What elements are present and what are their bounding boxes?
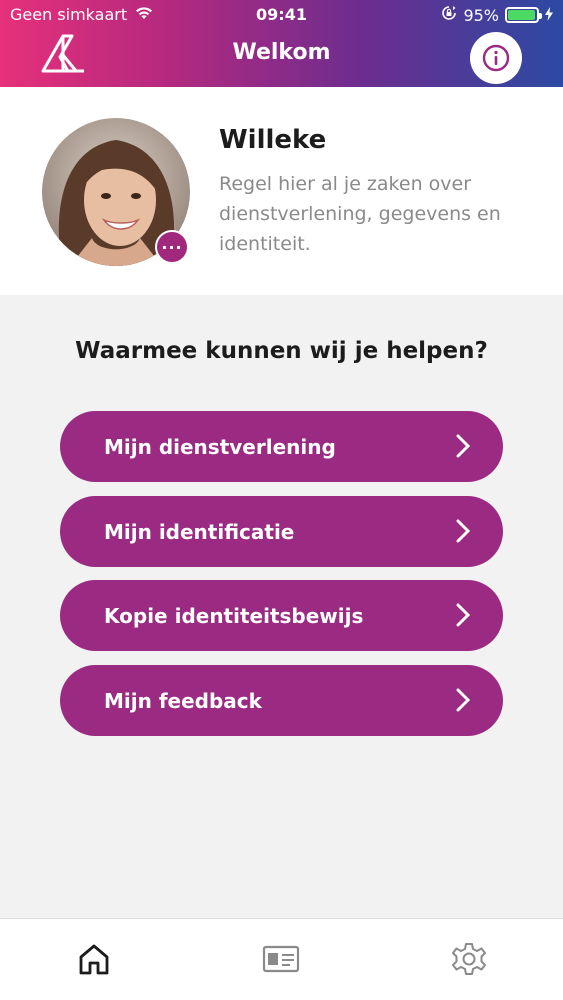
feedback-button[interactable]: Mijn feedback — [60, 665, 503, 736]
profile-card: ··· Willeke Regel hier al je zaken over … — [0, 87, 563, 295]
id-card-icon — [262, 945, 300, 973]
tab-id-card[interactable] — [261, 939, 301, 979]
button-label: Mijn feedback — [104, 688, 262, 713]
info-icon — [482, 44, 510, 72]
chevron-right-icon — [456, 519, 471, 543]
tab-home[interactable] — [74, 939, 114, 979]
profile-more-button[interactable]: ··· — [155, 230, 189, 264]
button-label: Mijn identificatie — [104, 519, 295, 544]
settings-icon — [452, 943, 486, 975]
button-label: Mijn dienstverlening — [104, 434, 336, 459]
chevron-right-icon — [456, 603, 471, 627]
status-right: 95% — [441, 5, 553, 25]
status-bar: Geen simkaart 09:41 95% — [0, 0, 563, 30]
battery-fill — [508, 10, 535, 20]
chevron-right-icon — [456, 434, 471, 458]
button-label: Kopie identiteitsbewijs — [104, 603, 364, 628]
chevron-right-icon — [456, 688, 471, 712]
battery-percent: 95% — [463, 5, 499, 25]
battery-icon — [505, 7, 542, 23]
tab-bar — [0, 918, 563, 1000]
profile-description: Regel hier al je zaken over dienstverlen… — [219, 173, 501, 255]
orientation-lock-icon — [441, 5, 457, 25]
kopie-identiteitsbewijs-button[interactable]: Kopie identiteitsbewijs — [60, 580, 503, 651]
tab-settings[interactable] — [449, 939, 489, 979]
top-header: Geen simkaart 09:41 95% Welkom — [0, 0, 563, 87]
profile-name: Willeke — [219, 125, 327, 155]
home-icon — [79, 944, 109, 975]
dienstverlening-button[interactable]: Mijn dienstverlening — [60, 411, 503, 482]
identificatie-button[interactable]: Mijn identificatie — [60, 496, 503, 567]
charging-icon — [545, 6, 553, 25]
info-button[interactable] — [470, 32, 522, 84]
help-question: Waarmee kunnen wij je helpen? — [75, 338, 488, 364]
